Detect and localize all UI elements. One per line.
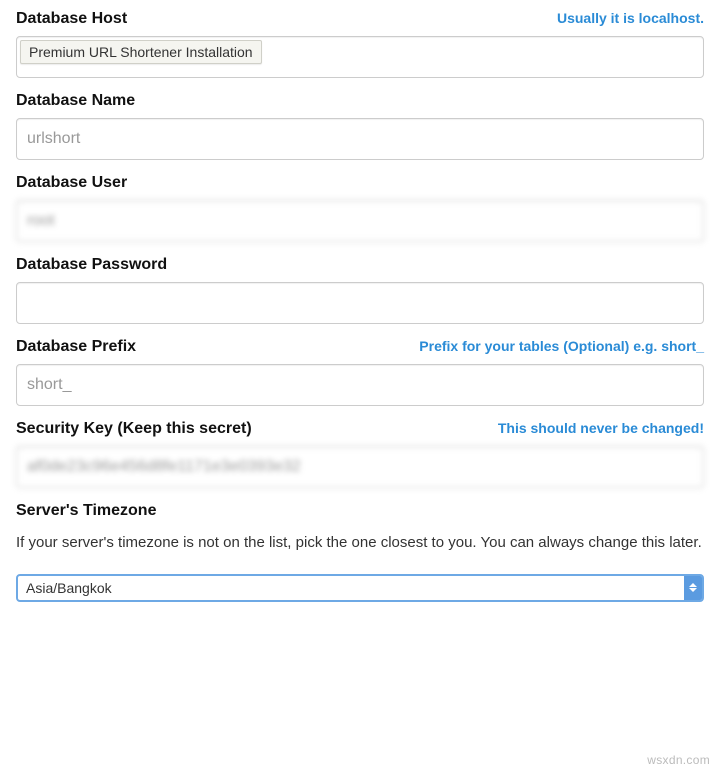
db-user-label: Database User xyxy=(16,174,127,192)
db-prefix-hint: Prefix for your tables (Optional) e.g. s… xyxy=(419,338,704,354)
db-prefix-input[interactable] xyxy=(16,364,704,406)
timezone-selected-value: Asia/Bangkok xyxy=(18,576,684,600)
db-prefix-label: Database Prefix xyxy=(16,338,136,356)
db-password-label: Database Password xyxy=(16,256,167,274)
db-host-hint: Usually it is localhost. xyxy=(557,10,704,26)
db-name-input[interactable] xyxy=(16,118,704,160)
select-arrow-icon xyxy=(684,576,702,600)
timezone-select[interactable]: Asia/Bangkok xyxy=(16,574,704,602)
db-name-label: Database Name xyxy=(16,92,135,110)
timezone-description: If your server's timezone is not on the … xyxy=(16,530,704,556)
db-password-input[interactable] xyxy=(16,282,704,324)
security-key-label: Security Key (Keep this secret) xyxy=(16,420,252,438)
security-key-hint: This should never be changed! xyxy=(498,420,704,436)
timezone-label: Server's Timezone xyxy=(16,502,156,520)
watermark: wsxdn.com xyxy=(647,753,710,767)
security-key-input[interactable] xyxy=(16,446,704,488)
db-user-input[interactable] xyxy=(16,200,704,242)
db-host-label: Database Host xyxy=(16,10,127,28)
install-tooltip: Premium URL Shortener Installation xyxy=(20,40,262,64)
